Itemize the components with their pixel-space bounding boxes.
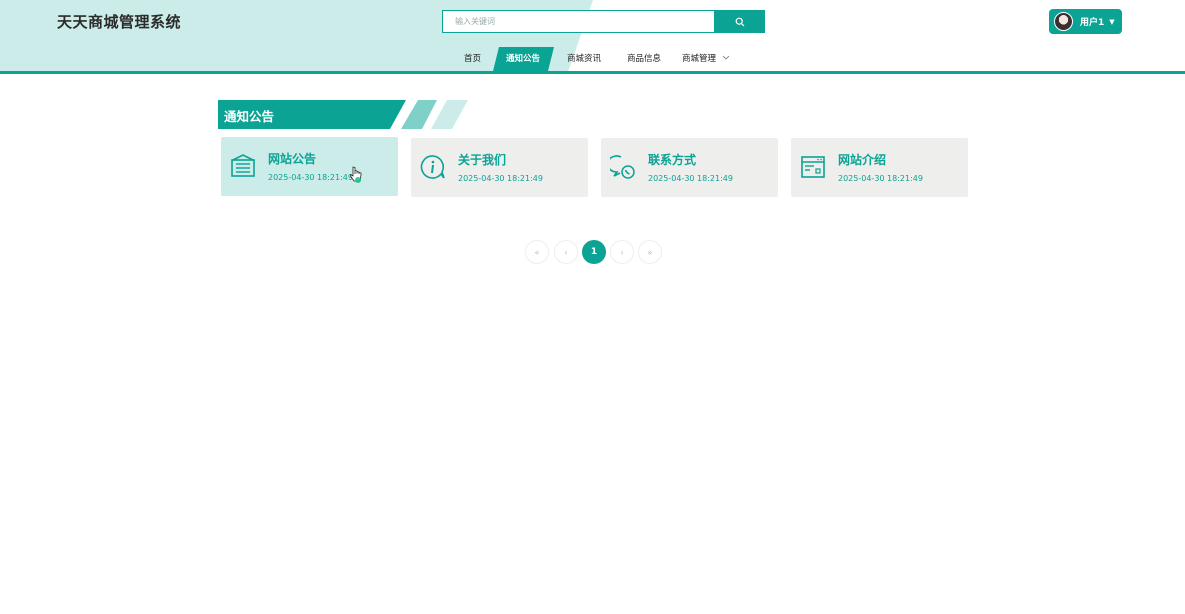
browser-window-icon <box>801 156 825 178</box>
info-chat-icon <box>420 155 445 179</box>
notice-card-contact[interactable]: 联系方式 2025-04-30 18:21:49 <box>601 138 778 197</box>
card-date: 2025-04-30 18:21:49 <box>648 174 733 183</box>
chevron-down-icon <box>722 55 730 60</box>
card-date: 2025-04-30 18:21:49 <box>268 173 353 182</box>
section-title: 通知公告 <box>224 109 275 124</box>
card-title: 关于我们 <box>458 153 507 167</box>
card-date: 2025-04-30 18:21:49 <box>838 174 923 183</box>
nav-item-notices[interactable]: 通知公告 <box>506 47 540 71</box>
page-number-current[interactable]: 1 <box>582 240 606 264</box>
search-icon <box>735 17 744 26</box>
phone-chat-icon <box>610 155 635 179</box>
notice-card-website-announcement[interactable]: 网站公告 2025-04-30 18:21:49 <box>221 137 398 196</box>
notice-card-about-us[interactable]: 关于我们 2025-04-30 18:21:49 <box>411 138 588 197</box>
card-title: 网站公告 <box>268 152 317 166</box>
card-title: 网站介绍 <box>838 153 887 167</box>
nav-item-home[interactable]: 首页 <box>464 47 481 71</box>
newspaper-icon <box>231 154 255 177</box>
nav-item-mall-management[interactable]: 商城管理 <box>682 47 730 71</box>
prev-page-button[interactable]: ‹ <box>554 240 578 264</box>
user-menu-button[interactable]: 用户1 ▼ <box>1049 9 1122 34</box>
search-button[interactable] <box>714 10 765 33</box>
search-input[interactable] <box>442 10 714 33</box>
avatar <box>1054 12 1073 31</box>
nav-item-products[interactable]: 商品信息 <box>627 47 661 71</box>
first-page-button[interactable]: « <box>525 240 549 264</box>
caret-down-icon: ▼ <box>1109 17 1115 26</box>
next-page-button[interactable]: › <box>610 240 634 264</box>
header-divider <box>0 71 1185 74</box>
user-name: 用户1 <box>1080 18 1105 28</box>
card-date: 2025-04-30 18:21:49 <box>458 174 543 183</box>
nav-item-label: 商城管理 <box>682 54 717 64</box>
notice-card-site-intro[interactable]: 网站介绍 2025-04-30 18:21:49 <box>791 138 968 197</box>
last-page-button[interactable]: » <box>638 240 662 264</box>
nav-item-news[interactable]: 商城资讯 <box>567 47 601 71</box>
search-bar <box>442 10 765 33</box>
hand-cursor-icon <box>350 166 362 183</box>
app-title: 天天商城管理系统 <box>57 13 182 31</box>
card-title: 联系方式 <box>648 153 697 167</box>
